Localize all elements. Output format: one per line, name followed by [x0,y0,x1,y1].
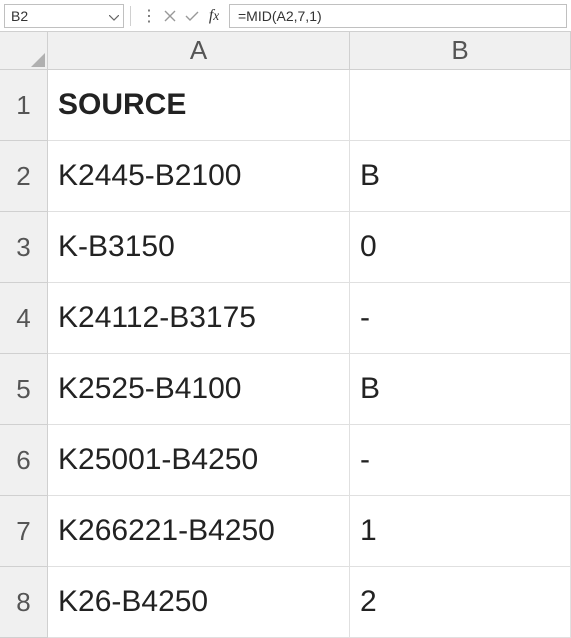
row-header[interactable]: 6 [0,425,48,496]
cell-value: B [360,159,380,193]
row-header[interactable]: 3 [0,212,48,283]
divider [130,6,131,26]
row-number: 3 [16,232,30,263]
name-box[interactable]: B2 [4,4,124,28]
cell-value: K25001-B4250 [58,443,258,477]
cell[interactable]: SOURCE [48,70,350,141]
name-box-value: B2 [11,8,28,24]
cell[interactable]: B [350,141,571,212]
cell-value: - [360,301,370,335]
cell[interactable]: K266221-B4250 [48,496,350,567]
fx-icon[interactable]: fx [203,5,225,27]
cell-value: K26-B4250 [58,585,208,619]
cell-value: K2445-B2100 [58,159,242,193]
cell[interactable]: - [350,283,571,354]
cell[interactable]: K2445-B2100 [48,141,350,212]
row-number: 5 [16,374,30,405]
cell[interactable]: K-B3150 [48,212,350,283]
row-number: 2 [16,161,30,192]
chevron-down-icon[interactable] [109,8,119,24]
column-label: A [190,35,207,66]
cell[interactable]: K2525-B4100 [48,354,350,425]
row-number: 4 [16,303,30,334]
cell-value: 1 [360,514,377,548]
column-label: B [451,35,468,66]
cell-value: 2 [360,585,377,619]
cell-value: K266221-B4250 [58,514,275,548]
enter-icon[interactable] [181,5,203,27]
cell-value: K-B3150 [58,230,175,264]
row-header[interactable]: 1 [0,70,48,141]
row-header[interactable]: 5 [0,354,48,425]
cell-value: 0 [360,230,377,264]
row-number: 7 [16,516,30,547]
formula-input[interactable]: =MID(A2,7,1) [229,4,567,28]
cancel-icon[interactable] [159,5,181,27]
select-all-corner[interactable] [0,32,48,70]
cell-value: K2525-B4100 [58,372,242,406]
cell[interactable]: K25001-B4250 [48,425,350,496]
more-icon[interactable]: ⋮ [137,5,159,27]
cell[interactable] [350,70,571,141]
grid-header-row: A B [0,32,571,70]
cell[interactable]: B [350,354,571,425]
cell-value: B [360,372,380,406]
cell[interactable]: - [350,425,571,496]
cell-value: SOURCE [58,88,186,122]
cell[interactable]: 1 [350,496,571,567]
column-header-a[interactable]: A [48,32,350,70]
column-header-b[interactable]: B [350,32,571,70]
cell[interactable]: 0 [350,212,571,283]
row-header[interactable]: 7 [0,496,48,567]
grid-body: 1 SOURCE 2 K2445-B2100 B 3 K-B3150 0 4 K24112-B31… [0,70,571,638]
cell-value: K24112-B3175 [58,301,256,335]
row-number: 8 [16,587,30,618]
formula-bar: B2 ⋮ fx =MID(A2,7,1) [0,0,571,32]
row-header[interactable]: 2 [0,141,48,212]
cell-value: - [360,443,370,477]
row-number: 1 [16,90,30,121]
cell[interactable]: K24112-B3175 [48,283,350,354]
row-header[interactable]: 4 [0,283,48,354]
row-number: 6 [16,445,30,476]
formula-text: =MID(A2,7,1) [238,8,322,24]
